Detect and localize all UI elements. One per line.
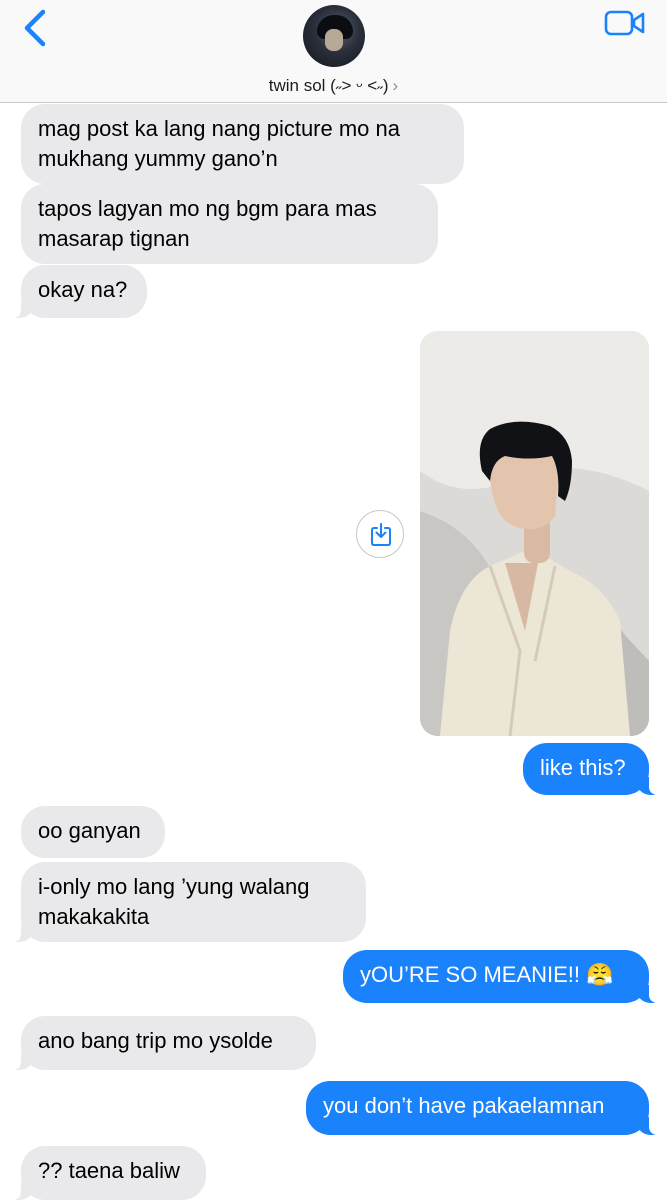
photo-illustration [420, 331, 649, 736]
message-bubble-incoming[interactable]: okay na? [7, 265, 147, 318]
message-bubble-incoming[interactable]: ?? taena baliw [7, 1146, 206, 1200]
save-image-button[interactable] [356, 510, 404, 558]
message-bubble-incoming[interactable]: tapos lagyan mo ng bgm para mas masarap … [21, 184, 438, 264]
avatar-face [325, 29, 343, 51]
contact-avatar[interactable] [303, 5, 365, 67]
video-call-button[interactable] [604, 8, 646, 38]
conversation-header: twin sol (˶˃ ᵕ ˂˶) › [0, 0, 667, 103]
back-button[interactable] [16, 8, 56, 48]
contact-name[interactable]: twin sol (˶˃ ᵕ ˂˶) › [0, 76, 667, 96]
download-icon [371, 523, 391, 546]
shared-photo[interactable] [420, 331, 649, 736]
message-bubble-incoming[interactable]: mag post ka lang nang picture mo na mukh… [21, 104, 464, 184]
message-bubble-outgoing[interactable]: like this? [523, 743, 663, 795]
contact-name-label: twin sol (˶˃ ᵕ ˂˶) [268, 76, 389, 95]
message-bubble-outgoing[interactable]: you don’t have pakaelamnan [306, 1081, 663, 1135]
chevron-left-icon [24, 9, 46, 47]
message-bubble-incoming[interactable]: i-only mo lang ’yung walang makakakita [7, 862, 366, 942]
message-bubble-incoming[interactable]: oo ganyan [21, 806, 165, 858]
message-bubble-outgoing[interactable]: yOU’RE SO MEANIE!! 😤 [343, 950, 663, 1003]
message-bubble-incoming[interactable]: ano bang trip mo ysolde [7, 1016, 316, 1070]
chevron-right-icon: › [392, 76, 399, 95]
video-camera-icon [604, 10, 645, 36]
